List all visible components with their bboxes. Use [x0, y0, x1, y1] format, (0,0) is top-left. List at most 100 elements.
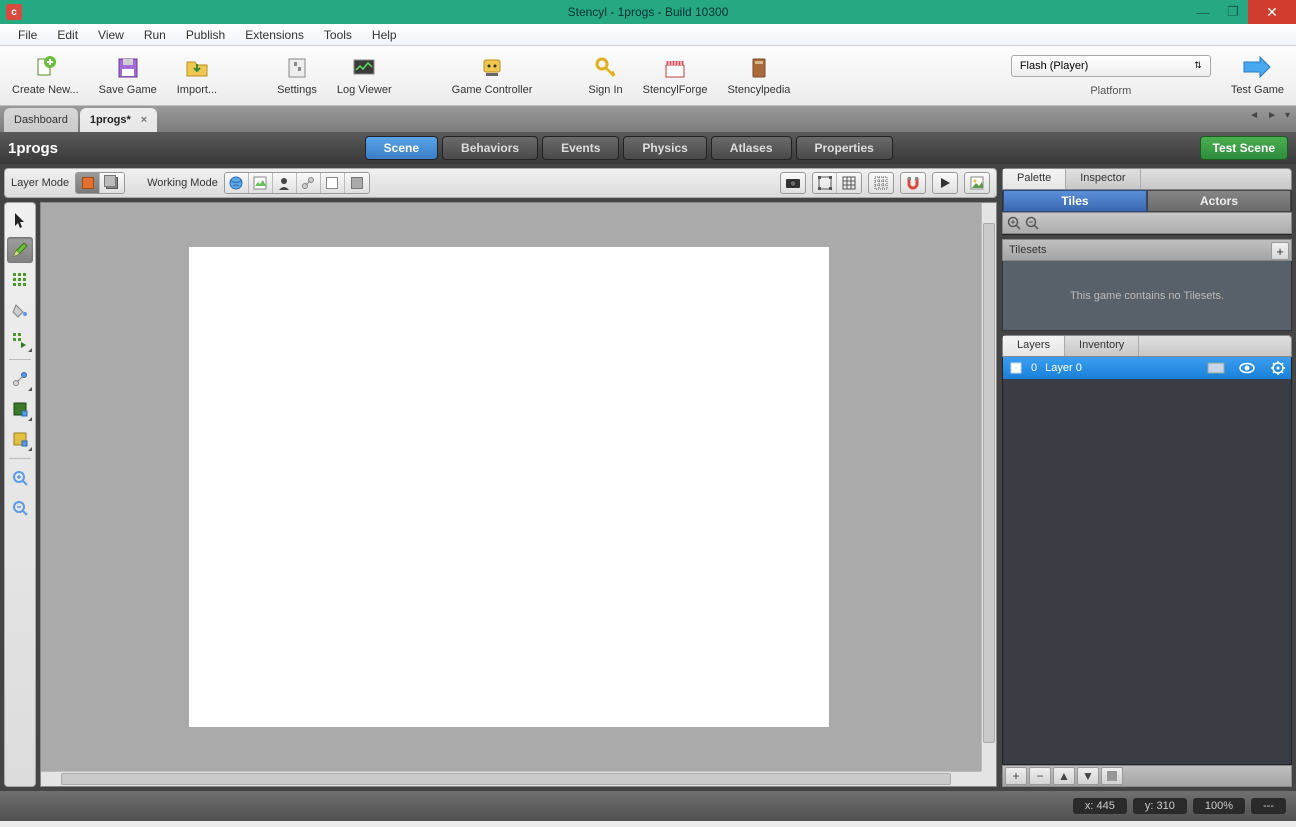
cursor-icon — [13, 212, 27, 228]
grid-dots-button[interactable] — [868, 172, 894, 194]
tiles-subtab[interactable]: Tiles — [1003, 190, 1147, 212]
grid-show-button[interactable] — [837, 173, 861, 193]
image-preview-button[interactable] — [964, 172, 990, 194]
stencylforge-button[interactable]: StencylForge — [637, 54, 714, 98]
working-mode-buttons — [224, 172, 370, 194]
menu-edit[interactable]: Edit — [47, 25, 88, 45]
menubar: File Edit View Run Publish Extensions To… — [0, 24, 1296, 46]
scene-header: 1progs Scene Behaviors Events Physics At… — [0, 132, 1296, 164]
add-layer-button[interactable]: + — [1005, 767, 1027, 785]
settings-button[interactable]: Settings — [271, 54, 323, 98]
rect-tool[interactable] — [7, 396, 33, 422]
palette-zoom-out-icon[interactable] — [1025, 216, 1039, 230]
tilegrid-tool[interactable] — [7, 267, 33, 293]
tab-nav-menu[interactable]: ▾ — [1285, 110, 1290, 121]
layer-settings-icon[interactable] — [1271, 361, 1285, 375]
import-button[interactable]: Import... — [171, 54, 223, 98]
add-tileset-button[interactable]: + — [1271, 242, 1289, 260]
vertical-scrollbar[interactable] — [981, 203, 996, 771]
scene-tab-atlases[interactable]: Atlases — [711, 136, 792, 160]
camera-button[interactable] — [780, 172, 806, 194]
poly-tool[interactable] — [7, 426, 33, 452]
menu-tools[interactable]: Tools — [314, 25, 362, 45]
status-x: x: 445 — [1073, 798, 1127, 814]
grid-dots-icon — [874, 176, 888, 190]
zoom-out-icon — [12, 500, 28, 516]
platform-dropdown[interactable]: Flash (Player) ⇅ — [1011, 55, 1211, 77]
tiles-content — [1002, 234, 1292, 235]
tilesets-header: Tilesets + — [1002, 239, 1292, 261]
hscroll-thumb[interactable] — [61, 773, 951, 785]
zoom-out-tool[interactable] — [7, 495, 33, 521]
status-bar: x: 445 y: 310 100% --- — [0, 791, 1296, 821]
tab-nav-next[interactable]: ► — [1267, 110, 1277, 121]
layer-row-0[interactable]: 0 Layer 0 — [1003, 357, 1291, 379]
tile-move-tool[interactable] — [7, 327, 33, 353]
canvas-background[interactable] — [41, 203, 981, 771]
create-new-button[interactable]: Create New... — [6, 54, 85, 98]
play-preview-button[interactable] — [932, 172, 958, 194]
grid-bounds-button[interactable] — [813, 173, 837, 193]
tab-close-icon[interactable]: × — [141, 114, 147, 126]
scene-canvas[interactable] — [189, 247, 829, 727]
tab-dashboard[interactable]: Dashboard — [4, 108, 78, 132]
snap-button[interactable] — [900, 172, 926, 194]
scene-tab-behaviors[interactable]: Behaviors — [442, 136, 538, 160]
menu-help[interactable]: Help — [362, 25, 407, 45]
pencil-tool[interactable] — [7, 237, 33, 263]
camera-icon — [785, 177, 801, 189]
zoom-in-tool[interactable] — [7, 465, 33, 491]
test-scene-button[interactable]: Test Scene — [1200, 136, 1288, 160]
layer-mode-label: Layer Mode — [11, 177, 69, 189]
vscroll-thumb[interactable] — [983, 223, 995, 743]
maximize-button[interactable]: ❐ — [1218, 0, 1248, 24]
bucket-tool[interactable] — [7, 297, 33, 323]
inventory-tab[interactable]: Inventory — [1065, 336, 1139, 356]
layers-tab[interactable]: Layers — [1003, 336, 1065, 356]
working-mode-gray[interactable] — [345, 173, 369, 193]
save-game-button[interactable]: Save Game — [93, 54, 163, 98]
actors-subtab[interactable]: Actors — [1147, 190, 1291, 212]
minimize-button[interactable]: — — [1188, 0, 1218, 24]
horizontal-scrollbar[interactable] — [41, 771, 981, 786]
sliders-icon — [285, 56, 309, 80]
palette-tab[interactable]: Palette — [1003, 169, 1066, 189]
layer-down-button[interactable]: ▼ — [1077, 767, 1099, 785]
working-mode-globe[interactable] — [225, 173, 249, 193]
sign-in-button[interactable]: Sign In — [582, 54, 628, 98]
remove-layer-button[interactable]: − — [1029, 767, 1051, 785]
working-mode-white[interactable] — [321, 173, 345, 193]
line-tool[interactable] — [7, 366, 33, 392]
palette-inspector-tabs: Palette Inspector — [1002, 168, 1292, 190]
scene-tab-scene[interactable]: Scene — [365, 136, 438, 160]
inspector-tab[interactable]: Inspector — [1066, 169, 1140, 189]
menu-run[interactable]: Run — [134, 25, 176, 45]
layers-list: 0 Layer 0 — [1002, 357, 1292, 765]
globe-icon — [229, 176, 243, 190]
close-button[interactable]: ✕ — [1248, 0, 1296, 24]
scene-tab-events[interactable]: Events — [542, 136, 619, 160]
layer-up-button[interactable]: ▲ — [1053, 767, 1075, 785]
layer-mode-1[interactable] — [76, 173, 100, 193]
game-controller-button[interactable]: Game Controller — [446, 54, 539, 98]
log-viewer-button[interactable]: Log Viewer — [331, 54, 398, 98]
layer-extra-button[interactable] — [1101, 767, 1123, 785]
test-game-button[interactable]: Test Game — [1231, 56, 1284, 96]
scene-tab-properties[interactable]: Properties — [796, 136, 893, 160]
menu-publish[interactable]: Publish — [176, 25, 235, 45]
menu-view[interactable]: View — [88, 25, 134, 45]
palette-zoom-in-icon[interactable] — [1007, 216, 1021, 230]
tab-nav-prev[interactable]: ◄ — [1249, 110, 1259, 121]
menu-extensions[interactable]: Extensions — [235, 25, 314, 45]
layer-color-swatch[interactable] — [1207, 362, 1225, 374]
layer-mode-2[interactable] — [100, 173, 124, 193]
working-mode-actor[interactable] — [273, 173, 297, 193]
stencylpedia-button[interactable]: Stencylpedia — [721, 54, 796, 98]
menu-file[interactable]: File — [8, 25, 47, 45]
select-tool[interactable] — [7, 207, 33, 233]
working-mode-image[interactable] — [249, 173, 273, 193]
layer-visibility-icon[interactable] — [1239, 362, 1255, 374]
tab-1progs[interactable]: 1progs* × — [80, 108, 157, 132]
scene-tab-physics[interactable]: Physics — [623, 136, 706, 160]
working-mode-joint[interactable] — [297, 173, 321, 193]
